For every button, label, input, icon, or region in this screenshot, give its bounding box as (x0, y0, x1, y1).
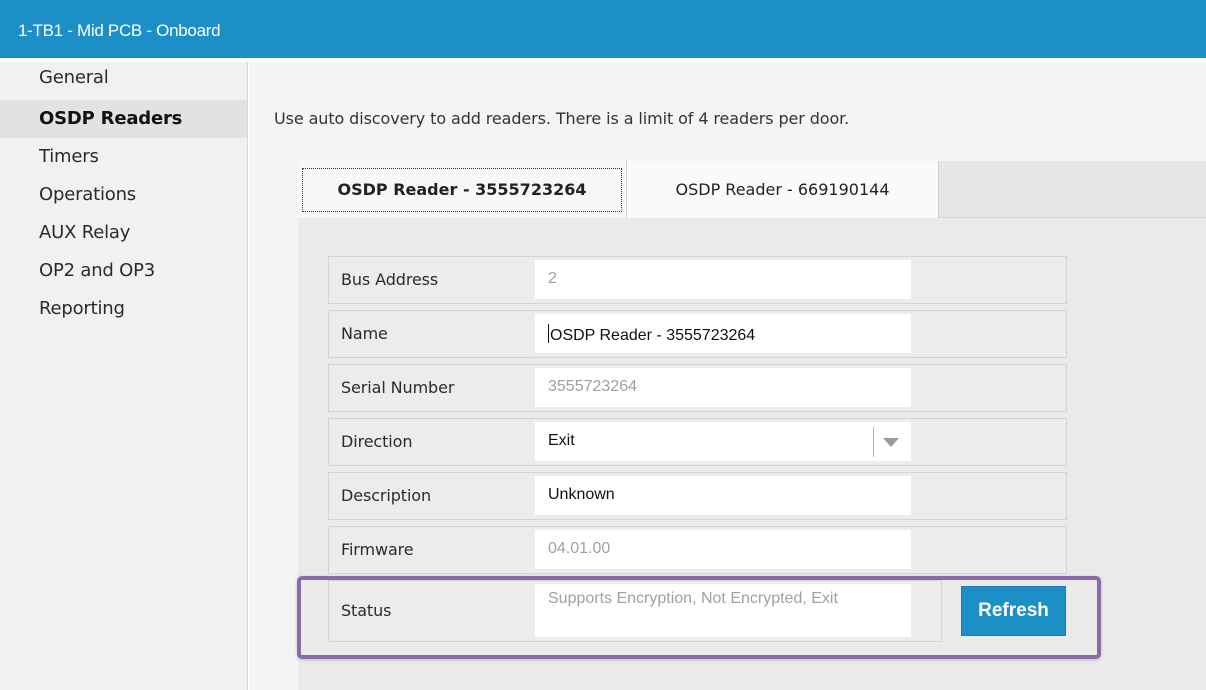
bus-address-label: Bus Address (341, 270, 439, 289)
direction-row: Direction Exit (328, 418, 1067, 466)
status-field: Supports Encryption, Not Encrypted, Exit (535, 584, 911, 637)
description-row: Description Unknown (328, 472, 1067, 520)
refresh-button[interactable]: Refresh (961, 586, 1066, 636)
reader-details-panel: Bus Address 2 Name OSDP Reader - 3555723… (298, 218, 1206, 690)
window-title-bar: 1-TB1 - Mid PCB - Onboard (0, 0, 1206, 58)
sidebar-item-op2-op3[interactable]: OP2 and OP3 (0, 252, 247, 290)
description-label: Description (341, 486, 432, 505)
description-input[interactable]: Unknown (535, 476, 911, 515)
sidebar-item-operations[interactable]: Operations (0, 176, 247, 214)
serial-number-field: 3555723264 (535, 368, 911, 407)
window-title: 1-TB1 - Mid PCB - Onboard (18, 21, 221, 40)
discovery-hint: Use auto discovery to add readers. There… (274, 109, 850, 128)
firmware-row: Firmware 04.01.00 (328, 526, 1067, 574)
sidebar-item-general[interactable]: General (0, 62, 247, 100)
bus-address-field: 2 (535, 260, 911, 299)
chevron-down-icon[interactable] (883, 438, 899, 447)
status-label: Status (341, 601, 392, 620)
status-row: Status Supports Encryption, Not Encrypte… (328, 580, 942, 642)
sidebar-item-reporting[interactable]: Reporting (0, 290, 247, 328)
direction-select[interactable]: Exit (535, 422, 911, 461)
sidebar: General OSDP Readers Timers Operations A… (0, 62, 248, 690)
serial-number-label: Serial Number (341, 378, 455, 397)
tab-reader-669190144[interactable]: OSDP Reader - 669190144 (627, 161, 939, 218)
name-input[interactable]: OSDP Reader - 3555723264 (535, 314, 911, 353)
firmware-label: Firmware (341, 540, 414, 559)
reader-tabs: OSDP Reader - 3555723264 OSDP Reader - 6… (298, 161, 1206, 218)
direction-selected-value: Exit (548, 432, 575, 449)
tab-label: OSDP Reader - 669190144 (675, 180, 890, 199)
name-label: Name (341, 324, 388, 343)
tab-focus-outline (302, 168, 622, 212)
serial-number-row: Serial Number 3555723264 (328, 364, 1067, 412)
select-divider (873, 427, 874, 457)
firmware-field: 04.01.00 (535, 530, 911, 569)
sidebar-item-osdp-readers[interactable]: OSDP Readers (0, 100, 247, 138)
direction-label: Direction (341, 432, 413, 451)
name-input-value: OSDP Reader - 3555723264 (550, 327, 756, 344)
text-cursor (548, 324, 549, 343)
sidebar-item-aux-relay[interactable]: AUX Relay (0, 214, 247, 252)
tab-reader-3555723264[interactable]: OSDP Reader - 3555723264 (298, 161, 627, 218)
main-content: Use auto discovery to add readers. There… (249, 62, 1206, 690)
name-row: Name OSDP Reader - 3555723264 (328, 310, 1067, 358)
bus-address-row: Bus Address 2 (328, 256, 1067, 304)
sidebar-item-timers[interactable]: Timers (0, 138, 247, 176)
